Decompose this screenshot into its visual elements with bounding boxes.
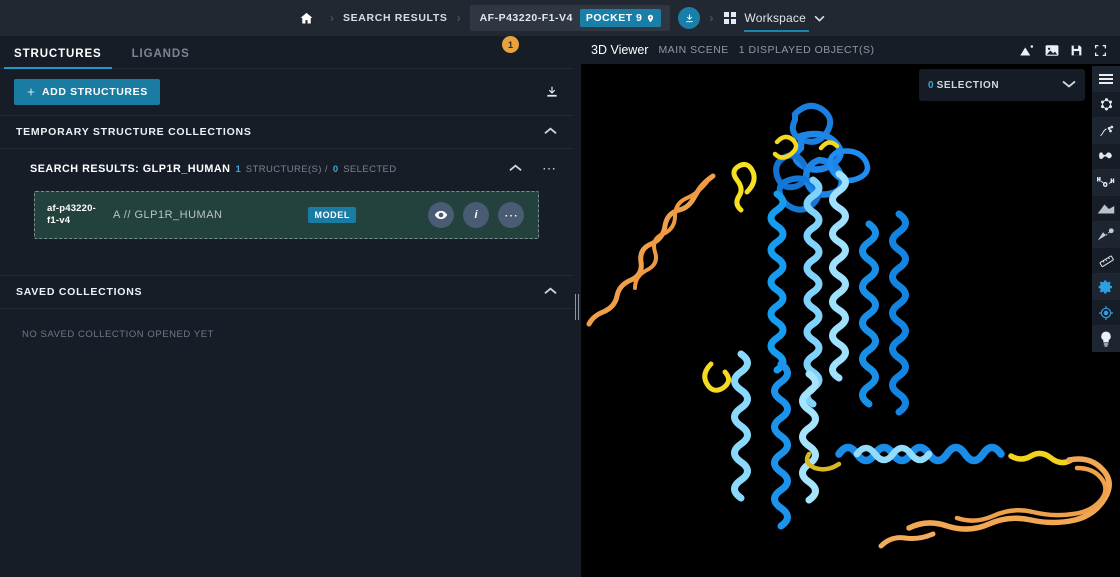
breadcrumb-separator-3: › bbox=[709, 11, 714, 25]
breadcrumb-separator-1: › bbox=[329, 11, 334, 25]
hamburger-glyph bbox=[1099, 72, 1113, 86]
reset-view-icon[interactable] bbox=[1019, 44, 1034, 57]
chevron-up-icon[interactable] bbox=[509, 164, 522, 175]
water-molecule-icon[interactable]: H O H bbox=[1092, 170, 1120, 196]
collection-controls: ⋯ bbox=[509, 162, 557, 175]
plus-icon bbox=[27, 88, 35, 96]
selection-label: SELECTION bbox=[936, 79, 1000, 91]
viewer-panel: 3D Viewer MAIN SCENE 1 DISPLAYED OBJECT(… bbox=[581, 36, 1120, 577]
download-structure-button[interactable] bbox=[678, 7, 701, 29]
info-button[interactable]: i bbox=[463, 202, 489, 228]
export-download-button[interactable] bbox=[545, 85, 559, 99]
viewer-title: 3D Viewer bbox=[591, 43, 649, 57]
cartoon-ribbon-icon[interactable] bbox=[1092, 144, 1120, 170]
download-icon bbox=[547, 86, 557, 97]
viewer-header-icons bbox=[1019, 44, 1112, 57]
ellipsis-icon[interactable]: ⋯ bbox=[542, 162, 557, 175]
map-pin-icon bbox=[648, 14, 654, 22]
breadcrumb-search-results[interactable]: SEARCH RESULTS bbox=[343, 12, 448, 24]
add-structures-label: ADD STRUCTURES bbox=[42, 86, 148, 98]
structure-card[interactable]: af-p43220-f1-v4 A // GLP1R_HUMAN MODEL i… bbox=[34, 191, 539, 239]
saved-collections-title: SAVED COLLECTIONS bbox=[16, 286, 143, 298]
tab-ligands[interactable]: LIGANDS bbox=[132, 48, 190, 68]
selected-count-label: SELECTED bbox=[343, 164, 397, 175]
selected-count: 0 bbox=[332, 164, 339, 175]
menu-icon[interactable] bbox=[1092, 66, 1120, 92]
more-button[interactable]: ⋯ bbox=[498, 202, 524, 228]
pocket-chip[interactable]: POCKET 9 bbox=[579, 9, 662, 27]
structure-count-label: STRUCTURE(S) / bbox=[245, 164, 328, 175]
ellipsis-icon: ⋯ bbox=[504, 207, 518, 223]
viewer-tool-rail: H O H bbox=[1092, 66, 1120, 352]
workspace-label: Workspace bbox=[744, 11, 806, 25]
protein-ribbon-render bbox=[581, 64, 1120, 577]
workspace-button[interactable]: Workspace bbox=[722, 0, 827, 36]
structure-card-chain: A // GLP1R_HUMAN bbox=[113, 209, 223, 221]
collection-block: SEARCH RESULTS: GLP1R_HUMAN 1 STRUCTURE(… bbox=[0, 149, 573, 239]
top-breadcrumb-bar: › SEARCH RESULTS › AF-P43220-F1-V4 POCKE… bbox=[0, 0, 1120, 36]
tab-structures[interactable]: STRUCTURES bbox=[4, 48, 112, 69]
screenshot-icon[interactable] bbox=[1045, 44, 1059, 57]
info-icon: i bbox=[474, 209, 478, 221]
lightbulb-icon[interactable] bbox=[1092, 326, 1120, 352]
selection-dropdown[interactable]: 0 SELECTION bbox=[919, 69, 1085, 101]
collection-title-group: SEARCH RESULTS: GLP1R_HUMAN 1 STRUCTURE(… bbox=[30, 163, 397, 175]
breadcrumb-structure-id[interactable]: AF-P43220-F1-V4 bbox=[480, 12, 573, 24]
save-icon[interactable] bbox=[1070, 44, 1083, 57]
panel-tabs: STRUCTURES LIGANDS bbox=[0, 36, 573, 69]
breadcrumb-separator-2: › bbox=[456, 11, 461, 25]
temporary-collections-title: TEMPORARY STRUCTURE COLLECTIONS bbox=[16, 126, 252, 138]
chevron-up-icon[interactable] bbox=[544, 127, 557, 138]
panel-resizer[interactable] bbox=[573, 36, 581, 577]
fullscreen-icon[interactable] bbox=[1094, 44, 1107, 57]
molecule-icon[interactable] bbox=[1092, 92, 1120, 118]
svg-text:H: H bbox=[1110, 179, 1114, 185]
saved-collections-empty-text: NO SAVED COLLECTION OPENED YET bbox=[22, 329, 214, 340]
target-icon[interactable] bbox=[1092, 300, 1120, 326]
workspace-active-underline bbox=[744, 30, 809, 32]
structure-card-model-tag: MODEL bbox=[308, 207, 356, 223]
visibility-button[interactable] bbox=[428, 202, 454, 228]
saved-collections-header[interactable]: SAVED COLLECTIONS bbox=[0, 275, 573, 309]
chevron-up-icon[interactable] bbox=[544, 287, 557, 298]
structure-count: 1 bbox=[235, 164, 241, 175]
molecule-canvas[interactable] bbox=[581, 64, 1120, 577]
viewer-header: 3D Viewer MAIN SCENE 1 DISPLAYED OBJECT(… bbox=[581, 36, 1120, 64]
settings-gear-icon[interactable] bbox=[1092, 274, 1120, 300]
collection-title: SEARCH RESULTS: GLP1R_HUMAN bbox=[30, 163, 231, 175]
structure-card-buttons: i ⋯ bbox=[428, 202, 524, 228]
left-panel: STRUCTURES LIGANDS ADD STRUCTURES TEMPOR… bbox=[0, 36, 573, 577]
eye-icon bbox=[434, 210, 448, 220]
panel-action-row: ADD STRUCTURES bbox=[0, 69, 573, 115]
structure-card-id: af-p43220-f1-v4 bbox=[47, 203, 96, 226]
distance-measure-icon[interactable] bbox=[1092, 222, 1120, 248]
grid-icon bbox=[724, 12, 737, 24]
download-icon bbox=[686, 13, 693, 22]
ruler-icon[interactable] bbox=[1092, 248, 1120, 274]
selection-count: 0 bbox=[928, 79, 934, 91]
ribbon-molecule-icon[interactable] bbox=[1092, 118, 1120, 144]
chevron-down-icon[interactable] bbox=[1062, 79, 1076, 91]
chevron-down-icon bbox=[814, 15, 825, 22]
temporary-collections-header[interactable]: TEMPORARY STRUCTURE COLLECTIONS bbox=[0, 115, 573, 149]
svg-text:O: O bbox=[1103, 183, 1107, 189]
viewer-object-count: 1 DISPLAYED OBJECT(S) bbox=[738, 44, 875, 56]
add-structures-button[interactable]: ADD STRUCTURES bbox=[14, 79, 160, 105]
viewer-scene-label: MAIN SCENE bbox=[658, 44, 729, 56]
svg-text:H: H bbox=[1097, 177, 1101, 183]
collection-header-row[interactable]: SEARCH RESULTS: GLP1R_HUMAN 1 STRUCTURE(… bbox=[0, 149, 573, 189]
pocket-label: POCKET 9 bbox=[585, 12, 643, 24]
tool-notification-badge: 1 bbox=[502, 36, 519, 53]
home-icon[interactable] bbox=[293, 4, 321, 32]
surface-icon[interactable] bbox=[1092, 196, 1120, 222]
breadcrumb-structure-group: AF-P43220-F1-V4 POCKET 9 bbox=[469, 5, 671, 31]
